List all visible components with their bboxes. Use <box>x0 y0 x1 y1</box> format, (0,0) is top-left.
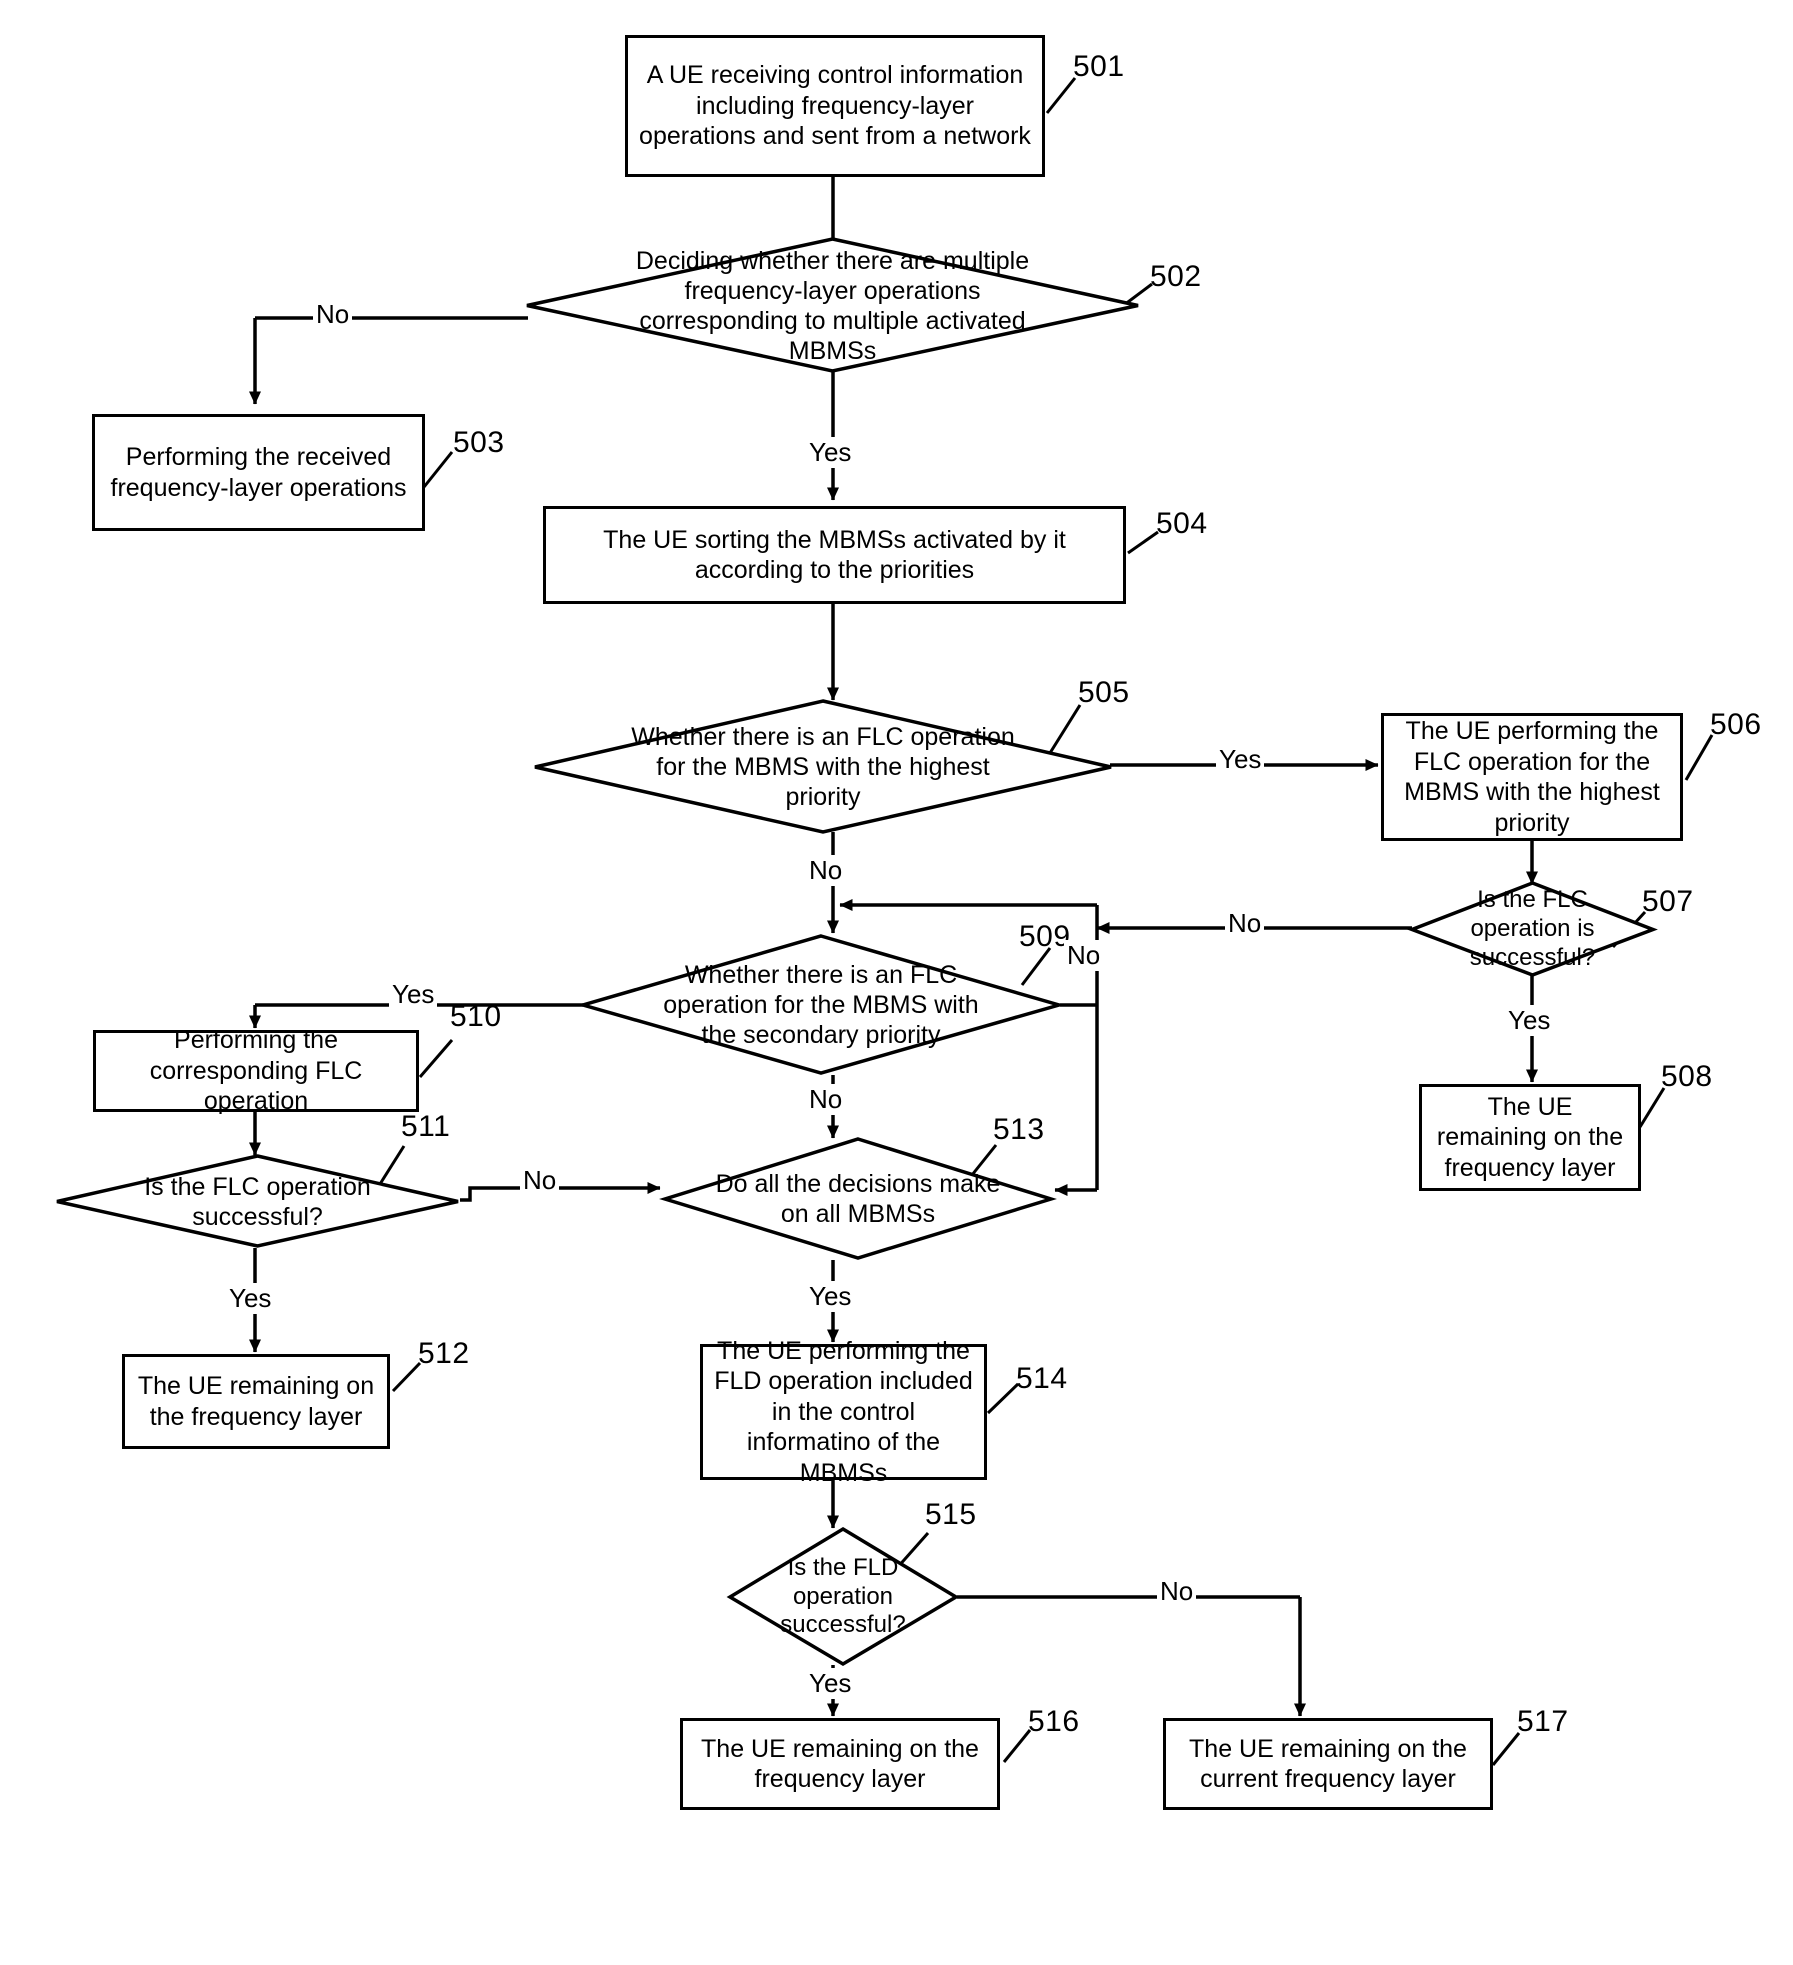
edge-label-505-yes: Yes <box>1216 744 1265 775</box>
leader-506 <box>1684 734 1714 781</box>
leader-503 <box>422 451 454 488</box>
edge-label-502-no: No <box>313 299 353 330</box>
node-515-decision: Is the FLD operation successful? <box>726 1526 960 1667</box>
edge-label-511-yes: Yes <box>226 1283 275 1314</box>
node-509-label: Whether there is an FLC operation for th… <box>663 961 979 1049</box>
node-502-decision: Deciding whether there are multiple freq… <box>525 237 1140 373</box>
node-501-process: A UE receiving control information inclu… <box>625 35 1045 177</box>
ref-502: 502 <box>1150 260 1202 293</box>
leader-510 <box>418 1039 454 1078</box>
node-508-process: The UE remaining on the frequency layer <box>1419 1084 1641 1191</box>
flowchart-canvas: A UE receiving control information inclu… <box>0 0 1793 1965</box>
edge-label-511-no: No <box>520 1165 560 1196</box>
node-516-process: The UE remaining on the frequency layer <box>680 1718 1000 1810</box>
node-504-process: The UE sorting the MBMSs activated by it… <box>543 506 1126 604</box>
edge-label-505-no: No <box>806 855 846 886</box>
edge-label-509-no-down: No <box>806 1084 846 1115</box>
node-502-label: Deciding whether there are multiple freq… <box>635 246 1030 365</box>
node-506-process: The UE performing the FLC operation for … <box>1381 713 1683 841</box>
edge-label-509-yes: Yes <box>389 979 438 1010</box>
edge-label-507-no: No <box>1225 908 1265 939</box>
ref-505: 505 <box>1078 676 1130 709</box>
leader-516 <box>1002 1729 1032 1763</box>
edge-label-515-no: No <box>1157 1576 1197 1607</box>
ref-517: 517 <box>1517 1705 1569 1738</box>
ref-514: 514 <box>1016 1362 1068 1395</box>
node-512-process: The UE remaining on the frequency layer <box>122 1354 390 1449</box>
node-504-label: The UE sorting the MBMSs activated by it… <box>603 525 1066 585</box>
leader-504 <box>1127 530 1159 555</box>
node-517-process: The UE remaining on the current frequenc… <box>1163 1718 1493 1810</box>
node-516-label: The UE remaining on the frequency layer <box>701 1734 979 1794</box>
ref-516: 516 <box>1028 1705 1080 1738</box>
node-507-decision: Is the FLC operation is successful? <box>1407 881 1658 977</box>
node-514-label: The UE performing the FLD operation incl… <box>714 1336 973 1487</box>
ref-515: 515 <box>925 1498 977 1531</box>
ref-503: 503 <box>453 426 505 459</box>
ref-501: 501 <box>1073 50 1125 83</box>
node-517-label: The UE remaining on the current frequenc… <box>1189 1734 1467 1794</box>
node-503-label: Performing the received frequency-layer … <box>110 443 407 502</box>
node-511-label: Is the FLC operation successful? <box>144 1172 371 1231</box>
ref-513: 513 <box>993 1113 1045 1146</box>
ref-507: 507 <box>1642 885 1694 918</box>
leader-514 <box>986 1382 1020 1415</box>
leader-517 <box>1491 1732 1521 1766</box>
leader-512 <box>391 1361 422 1393</box>
node-507-label: Is the FLC operation is successful? <box>1469 886 1596 971</box>
edge-label-502-yes: Yes <box>806 437 855 468</box>
node-501-label: A UE receiving control information inclu… <box>639 61 1031 151</box>
node-505-decision: Whether there is an FLC operation for th… <box>533 699 1113 834</box>
leader-501 <box>1045 77 1077 114</box>
edge-label-515-yes: Yes <box>806 1668 855 1699</box>
ref-510: 510 <box>450 1000 502 1033</box>
edge-label-507-yes: Yes <box>1505 1005 1554 1036</box>
node-515-label: Is the FLD operation successful? <box>780 1553 906 1639</box>
edge-511-no-to-513 <box>460 1182 661 1202</box>
ref-504: 504 <box>1156 507 1208 540</box>
ref-512: 512 <box>418 1337 470 1370</box>
node-503-process: Performing the received frequency-layer … <box>92 414 425 531</box>
node-511-decision: Is the FLC operation successful? <box>55 1154 460 1248</box>
node-513-label: Do all the decisions make on all MBMSs <box>715 1170 1001 1228</box>
node-509-decision: Whether there is an FLC operation for th… <box>576 934 1066 1075</box>
node-510-process: Performing the corresponding FLC operati… <box>93 1026 419 1115</box>
ref-506: 506 <box>1710 708 1762 741</box>
node-508-label: The UE remaining on the frequency layer <box>1436 1092 1624 1182</box>
ref-508: 508 <box>1661 1060 1713 1093</box>
edge-label-509-no-right: No <box>1064 940 1104 971</box>
node-513-decision: Do all the decisions make on all MBMSs <box>659 1137 1057 1260</box>
ref-509: 509 <box>1019 920 1071 953</box>
node-514-process: The UE performing the FLD operation incl… <box>700 1337 987 1487</box>
edge-label-513-yes: Yes <box>806 1281 855 1312</box>
node-512-label: The UE remaining on the frequency layer <box>137 1372 375 1431</box>
node-510-label: Performing the corresponding FLC operati… <box>149 1026 363 1116</box>
ref-511: 511 <box>401 1110 451 1143</box>
node-505-label: Whether there is an FLC operation for th… <box>631 723 1015 811</box>
node-506-label: The UE performing the FLC operation for … <box>1404 717 1660 837</box>
